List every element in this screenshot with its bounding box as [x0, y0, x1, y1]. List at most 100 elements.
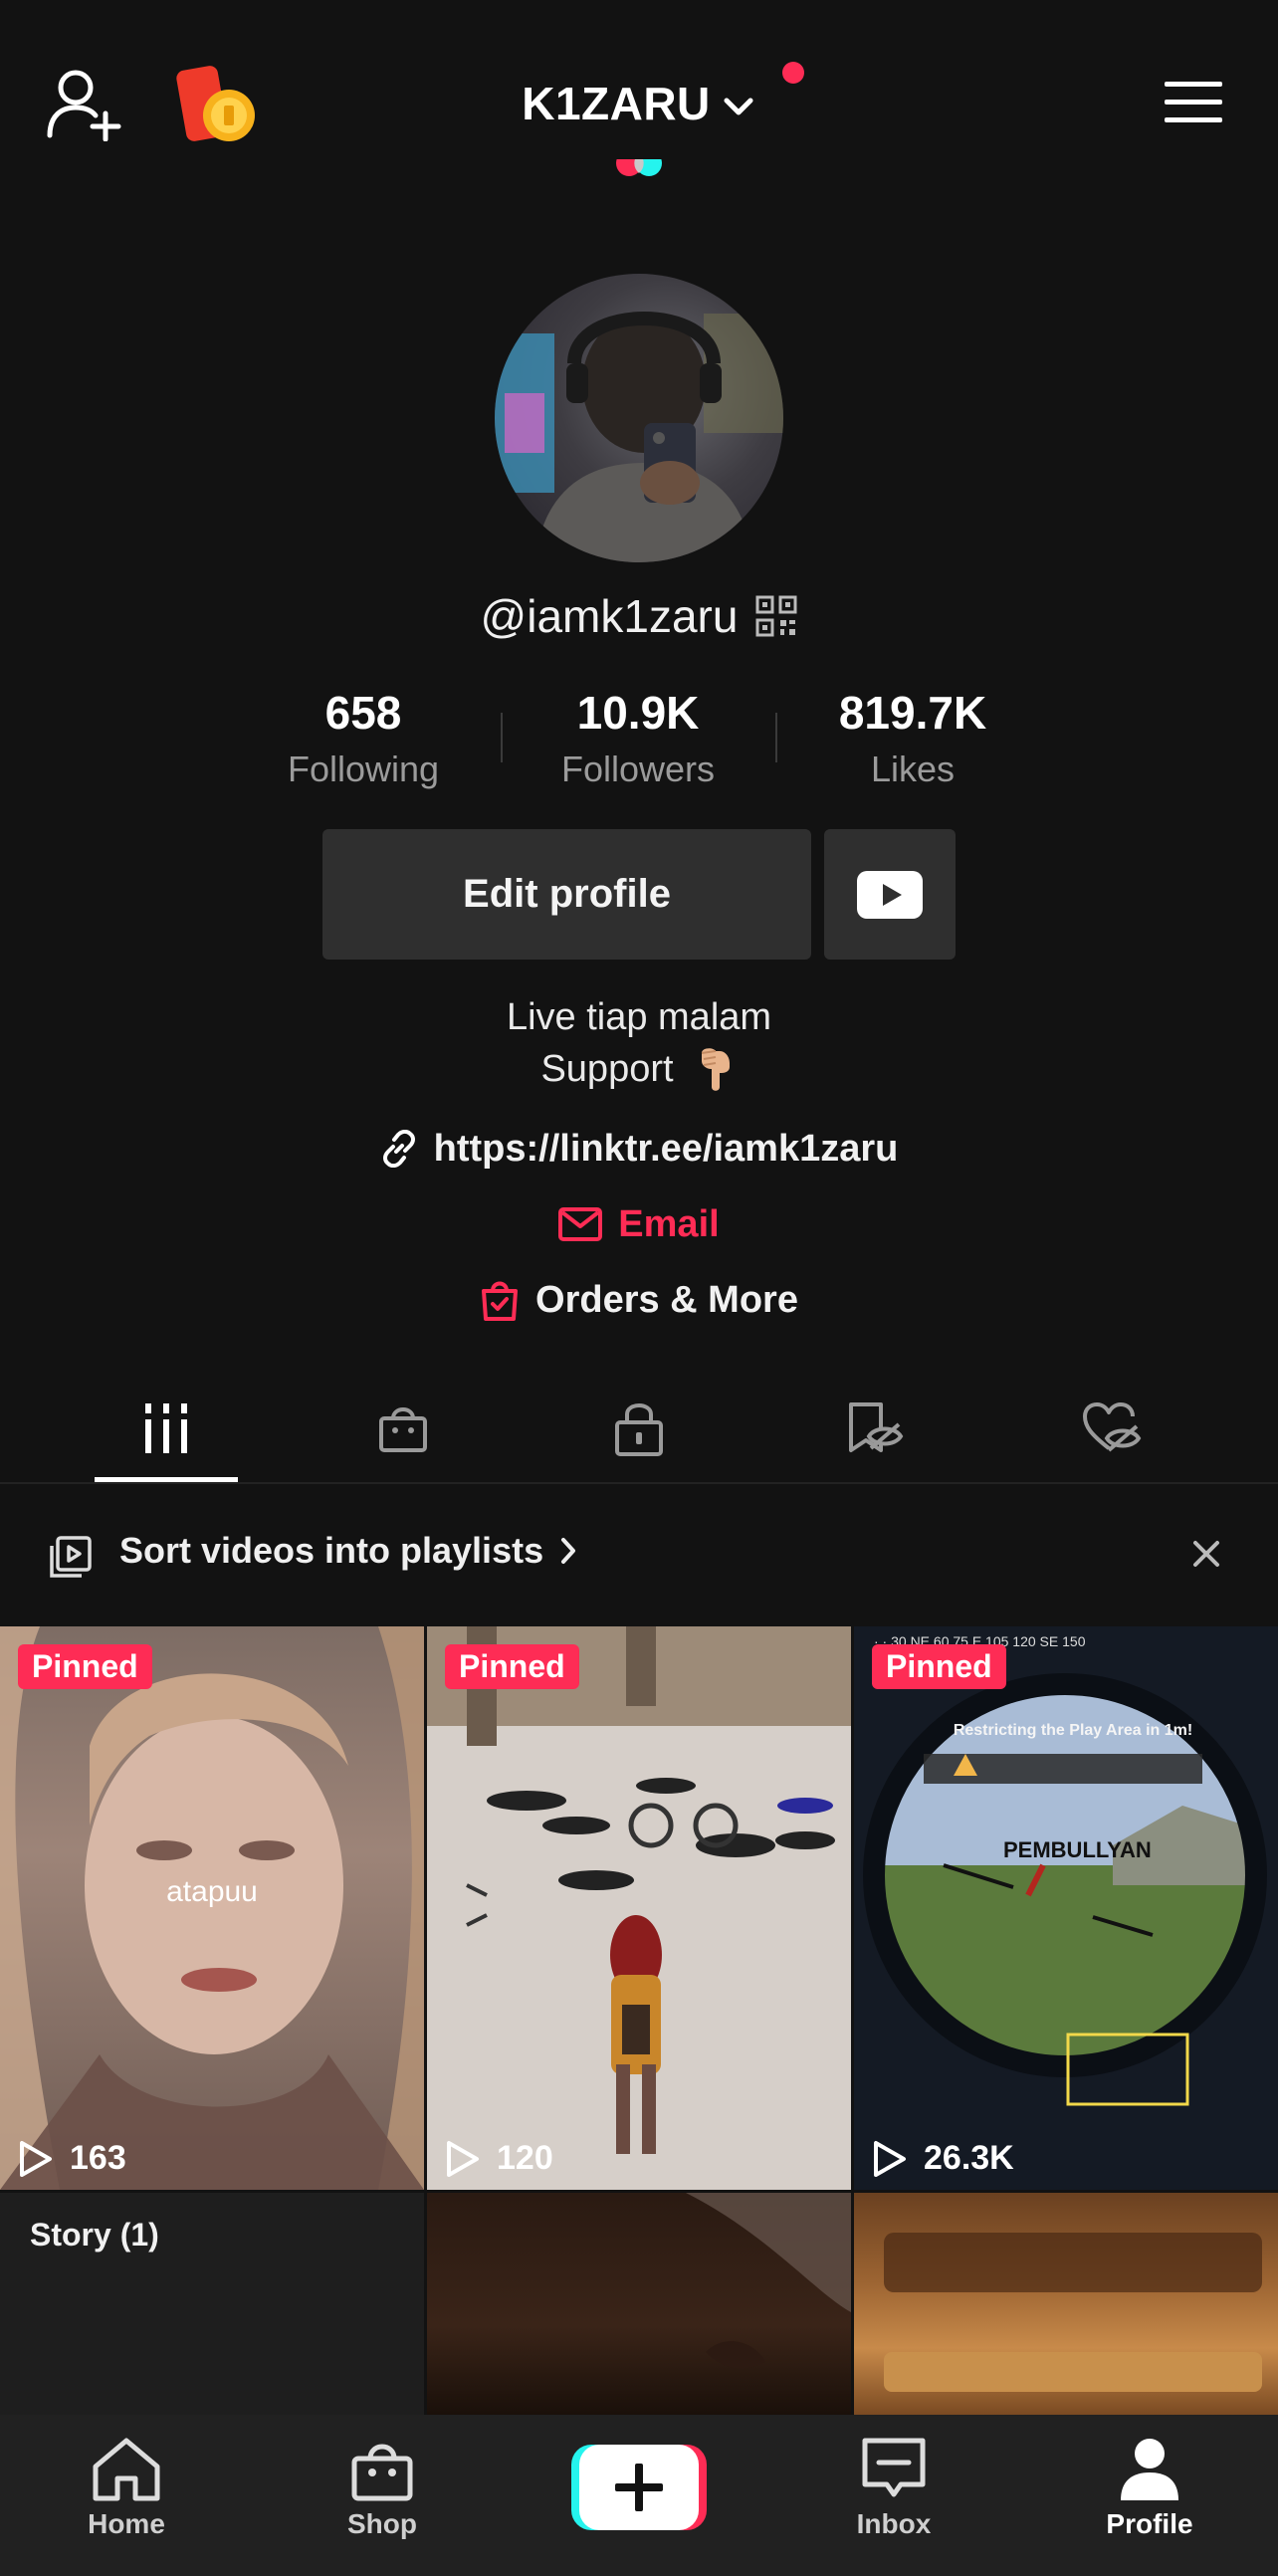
- orders-label: Orders & More: [535, 1278, 798, 1321]
- stat-label: Following: [287, 749, 440, 789]
- pinned-badge: Pinned: [18, 1644, 152, 1689]
- create-plus-icon[interactable]: [571, 2445, 707, 2530]
- nav-home[interactable]: Home: [27, 2437, 226, 2540]
- bio-line-1: Live tiap malam: [506, 996, 772, 1038]
- stat-value: 658: [324, 687, 402, 739]
- bio-line-2: Support: [540, 1048, 674, 1090]
- youtube-button[interactable]: [824, 829, 956, 960]
- account-switcher[interactable]: K1ZARU: [0, 64, 1278, 143]
- inbox-icon: [862, 2438, 926, 2497]
- stats-row: 658 Following 10.9K Followers 819.7K Lik…: [0, 683, 1278, 792]
- nav-label: Home: [88, 2508, 165, 2539]
- email-button[interactable]: Email: [0, 1196, 1278, 1252]
- bio: Live tiap malam Support: [0, 991, 1278, 1095]
- game-overlay-text: PEMBULLYAN: [1003, 1837, 1152, 1862]
- chevron-down-icon: [724, 98, 753, 115]
- view-count-value: 163: [70, 2139, 126, 2177]
- story-label: Story (1): [30, 2217, 159, 2253]
- video-thumbnail[interactable]: [854, 2193, 1278, 2415]
- nav-shop[interactable]: Shop: [283, 2437, 482, 2540]
- video-image: [686, 2193, 851, 2369]
- username-row: @iamk1zaru: [0, 583, 1278, 649]
- account-title: K1ZARU: [522, 78, 711, 129]
- play-icon: [874, 2140, 906, 2177]
- bio-line-2-row: Support: [0, 1043, 1278, 1095]
- stat-value: 10.9K: [576, 687, 700, 739]
- playlist-banner[interactable]: Sort videos into playlists: [0, 1484, 1278, 1625]
- bottom-nav: Home Shop Inbox Profile: [0, 2415, 1278, 2576]
- video-thumbnail[interactable]: Pinned 120: [427, 1626, 851, 2190]
- stat-likes[interactable]: 819.7K Likes: [783, 683, 1042, 794]
- live-indicator-icon: [616, 159, 662, 176]
- notification-dot: [782, 62, 804, 84]
- top-bar: K1ZARU: [0, 0, 1278, 199]
- nav-label: Profile: [1106, 2508, 1193, 2539]
- stat-label: Followers: [560, 749, 716, 789]
- stat-value: 819.7K: [838, 687, 987, 739]
- view-count-value: 26.3K: [924, 2139, 1014, 2177]
- video-image: [427, 1626, 851, 2154]
- email-label: Email: [618, 1202, 720, 1245]
- stat-following[interactable]: 658 Following: [234, 683, 493, 794]
- video-thumbnail[interactable]: · · 30 NE 60 75 E 105 120 SE 150 Restric…: [854, 1626, 1278, 2190]
- profile-screen: K1ZARU @iamk1zaru 658 Following 10.9K Fo…: [0, 0, 1278, 2576]
- qr-code-icon[interactable]: [755, 595, 797, 637]
- youtube-icon: [857, 870, 923, 919]
- avatar-image: [495, 312, 783, 562]
- video-caption: atapuu: [166, 1875, 258, 1908]
- orders-button[interactable]: Orders & More: [0, 1272, 1278, 1328]
- video-thumbnail[interactable]: Pinned atapuu 163: [0, 1626, 424, 2190]
- username: @iamk1zaru: [480, 590, 739, 642]
- profile-icon: [1121, 2439, 1178, 2500]
- stat-divider: [775, 713, 777, 762]
- email-icon: [558, 1207, 603, 1241]
- stat-divider: [501, 713, 503, 762]
- view-count: 163: [18, 2139, 126, 2178]
- pointing-down-hand-icon: [701, 1048, 730, 1091]
- pinned-badge: Pinned: [872, 1644, 1006, 1689]
- video-grid: Pinned atapuu 163 Pinned 120 · · 30 NE 6…: [0, 1626, 1278, 2415]
- video-image: [884, 2233, 1262, 2392]
- bio-link-text: https://linktr.ee/iamk1zaru: [433, 1127, 899, 1170]
- grid-icon: [145, 1403, 187, 1453]
- view-count-value: 120: [497, 2139, 553, 2177]
- nav-label: Shop: [347, 2508, 417, 2539]
- tab-reposts[interactable]: [756, 1374, 995, 1483]
- lock-icon: [615, 1403, 663, 1456]
- play-icon: [447, 2140, 479, 2177]
- menu-icon[interactable]: [1163, 80, 1224, 125]
- hidden-heart-icon: [1083, 1402, 1142, 1452]
- video-image: · · 30 NE 60 75 E 105 120 SE 150: [854, 1626, 1278, 2190]
- game-alert-text: Restricting the Play Area in 1m!: [953, 1722, 1193, 1739]
- pinned-badge: Pinned: [445, 1644, 579, 1689]
- playlist-prompt: Sort videos into playlists: [119, 1530, 579, 1572]
- video-thumbnail[interactable]: [427, 2193, 851, 2415]
- hidden-bookmark-icon: [849, 1402, 904, 1452]
- playlist-icon: [50, 1536, 92, 1578]
- tab-videos[interactable]: [47, 1374, 286, 1483]
- profile-tabs: [0, 1374, 1278, 1483]
- stat-label: Likes: [870, 749, 956, 789]
- tab-shop[interactable]: [284, 1374, 523, 1483]
- stat-followers[interactable]: 10.9K Followers: [509, 683, 767, 794]
- home-icon: [93, 2438, 160, 2501]
- view-count: 26.3K: [872, 2139, 1014, 2178]
- avatar[interactable]: [495, 274, 783, 562]
- chevron-right-icon: [561, 1538, 576, 1564]
- play-icon: [20, 2140, 52, 2177]
- shopping-bag-check-icon: [482, 1281, 519, 1321]
- view-count: 120: [445, 2139, 553, 2178]
- shop-bag-icon: [379, 1407, 427, 1452]
- nav-profile[interactable]: Profile: [1050, 2437, 1249, 2540]
- tab-liked[interactable]: [993, 1374, 1232, 1483]
- nav-inbox[interactable]: Inbox: [794, 2437, 993, 2540]
- playlist-text: Sort videos into playlists: [119, 1530, 544, 1571]
- shop-icon: [351, 2444, 413, 2501]
- edit-profile-button[interactable]: Edit profile: [322, 829, 811, 960]
- close-icon[interactable]: [1190, 1538, 1222, 1570]
- nav-label: Inbox: [856, 2508, 932, 2539]
- tab-private[interactable]: [520, 1374, 758, 1483]
- bio-link[interactable]: https://linktr.ee/iamk1zaru: [0, 1121, 1278, 1177]
- link-icon: [382, 1130, 415, 1168]
- story-tile[interactable]: Story (1): [0, 2193, 424, 2415]
